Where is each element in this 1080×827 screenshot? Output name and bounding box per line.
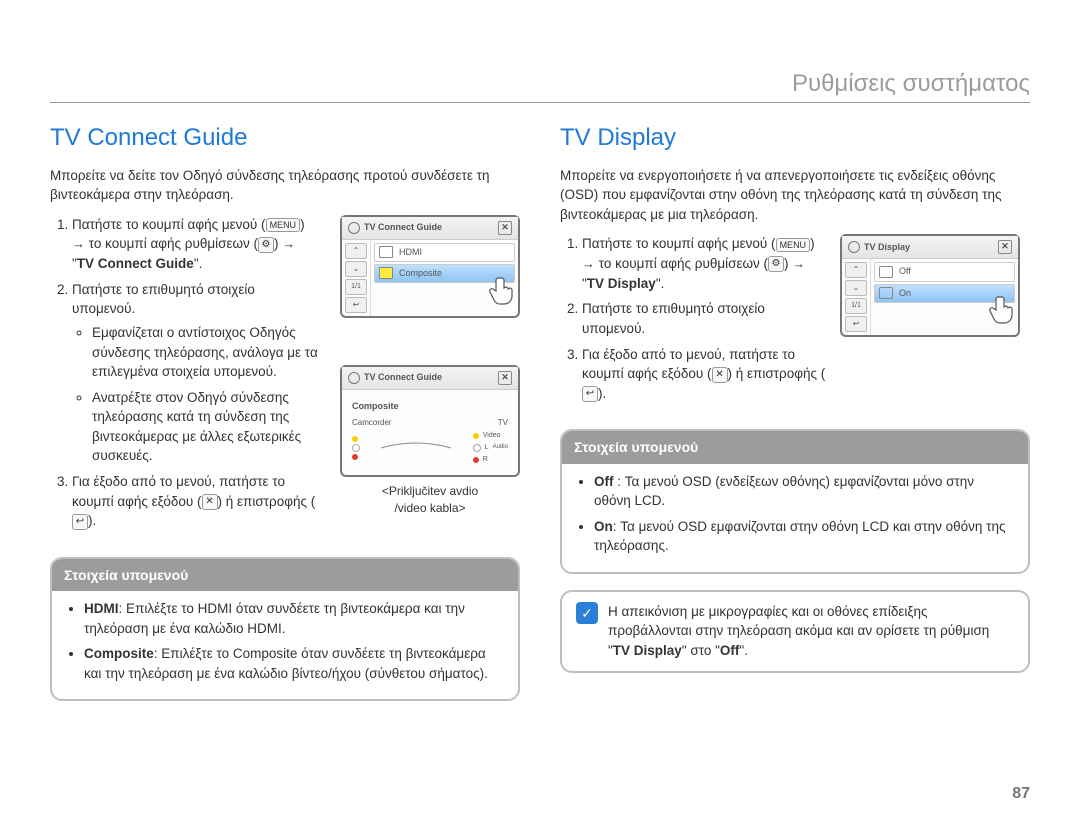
back-icon[interactable]: ↩	[345, 297, 367, 313]
close-icon[interactable]: ✕	[498, 371, 512, 385]
figure-tvconnect-menu: TV Connect Guide ✕ ⌃ ⌄ 1/1 ↩	[340, 215, 520, 318]
intro-left: Μπορείτε να δείτε τον Οδηγό σύνδεσης τηλ…	[50, 166, 520, 205]
close-icon[interactable]: ✕	[498, 221, 512, 235]
submenu-title: Στοιχεία υπομενού	[52, 559, 518, 591]
back-icon[interactable]: ↩	[845, 316, 867, 332]
arrow-icon: →	[582, 256, 595, 271]
step-2-bullet-1: Εμφανίζεται ο αντίστοιχος Οδηγός σύνδεση…	[92, 323, 320, 382]
arrow-icon: →	[72, 236, 85, 251]
step-3: Για έξοδο από το μενού, πατήστε το κουμπ…	[72, 472, 320, 531]
composite-heading: Composite	[352, 400, 508, 413]
arrow-icon: →	[282, 236, 295, 251]
page-header: Ρυθμίσεις συστήματος	[50, 70, 1030, 103]
touch-hand-icon	[984, 289, 1024, 329]
gear-icon	[348, 372, 360, 384]
down-icon[interactable]: ⌄	[345, 261, 367, 277]
submenu-item-on: On: Τα μενού OSD εμφανίζονται στην οθόνη…	[594, 517, 1012, 556]
menu-button-label: MENU	[776, 238, 811, 252]
hdmi-icon	[379, 246, 393, 258]
label-tv: TV	[498, 417, 508, 429]
figure-composite-diagram: TV Connect Guide ✕ Composite Camcorder T…	[340, 365, 520, 518]
gear-icon: ⚙	[768, 256, 784, 272]
up-icon[interactable]: ⌃	[845, 262, 867, 278]
step-1: Πατήστε το κουμπί αφής μενού (MENU) → το…	[72, 215, 320, 274]
submenu-item-hdmi: HDMI: Επιλέξτε το HDMI όταν συνδέετε τη …	[84, 599, 502, 638]
option-hdmi[interactable]: HDMI	[374, 243, 515, 262]
cable-diagram	[376, 433, 456, 463]
submenu-item-off: Off : Τα μενού OSD (ενδείξεων οθόνης) εμ…	[594, 472, 1012, 511]
on-icon	[879, 287, 893, 299]
step-2: Πατήστε το επιθυμητό στοιχείο υπομενού.	[582, 299, 830, 338]
figure-caption: <Priključitev avdio/video kabla>	[340, 483, 520, 518]
step-2: Πατήστε το επιθυμητό στοιχείο υπομενού. …	[72, 280, 320, 466]
page-indicator: 1/1	[345, 279, 367, 295]
close-icon: ✕	[712, 367, 728, 383]
option-off[interactable]: Off	[874, 262, 1015, 281]
close-icon: ✕	[202, 494, 218, 510]
composite-icon	[379, 267, 393, 279]
up-icon[interactable]: ⌃	[345, 243, 367, 259]
ui-title-text: TV Display	[864, 241, 910, 254]
submenu-title: Στοιχεία υπομενού	[562, 431, 1028, 463]
figure-tvdisplay-menu: TV Display ✕ ⌃ ⌄ 1/1 ↩	[840, 234, 1030, 337]
submenu-box-right: Στοιχεία υπομενού Off : Τα μενού OSD (εν…	[560, 429, 1030, 574]
heading-tv-display: TV Display	[560, 121, 1030, 156]
gear-icon	[848, 241, 860, 253]
menu-button-label: MENU	[266, 218, 301, 232]
page-number: 87	[1012, 785, 1030, 803]
off-icon	[879, 266, 893, 278]
step-1: Πατήστε το κουμπί αφής μενού (MENU) → το…	[582, 234, 830, 293]
step-2-bullet-2: Ανατρέξτε στον Οδηγό σύνδεσης τηλεόρασης…	[92, 388, 320, 466]
col-tv-connect-guide: TV Connect Guide Μπορείτε να δείτε τον Ο…	[50, 121, 520, 701]
note-icon: ✓	[576, 602, 598, 624]
heading-tv-connect: TV Connect Guide	[50, 121, 520, 156]
page-indicator: 1/1	[845, 298, 867, 314]
submenu-item-composite: Composite: Επιλέξτε το Composite όταν συ…	[84, 644, 502, 683]
label-camcorder: Camcorder	[352, 417, 392, 429]
ui-title-text: TV Connect Guide	[364, 221, 442, 234]
col-tv-display: TV Display Μπορείτε να ενεργοποιήσετε ή …	[560, 121, 1030, 701]
down-icon[interactable]: ⌄	[845, 280, 867, 296]
steps-right: Πατήστε το κουμπί αφής μενού (MENU) → το…	[560, 234, 830, 403]
steps-left: Πατήστε το κουμπί αφής μενού (MENU) → το…	[50, 215, 320, 531]
intro-right: Μπορείτε να ενεργοποιήσετε ή να απενεργο…	[560, 166, 1030, 225]
touch-hand-icon	[484, 270, 524, 310]
note-box: ✓ Η απεικόνιση με μικρογραφίες και οι οθ…	[560, 590, 1030, 673]
ui-title-text: TV Connect Guide	[364, 371, 442, 384]
close-icon[interactable]: ✕	[998, 240, 1012, 254]
gear-icon: ⚙	[258, 237, 274, 253]
back-icon: ↩	[72, 514, 88, 530]
submenu-box-left: Στοιχεία υπομενού HDMI: Επιλέξτε το HDMI…	[50, 557, 520, 702]
note-text: Η απεικόνιση με μικρογραφίες και οι οθόν…	[608, 602, 1014, 661]
step-3: Για έξοδο από το μενού, πατήστε το κουμπ…	[582, 345, 830, 404]
back-icon: ↩	[582, 386, 598, 402]
gear-icon	[348, 222, 360, 234]
arrow-icon: →	[792, 256, 805, 271]
